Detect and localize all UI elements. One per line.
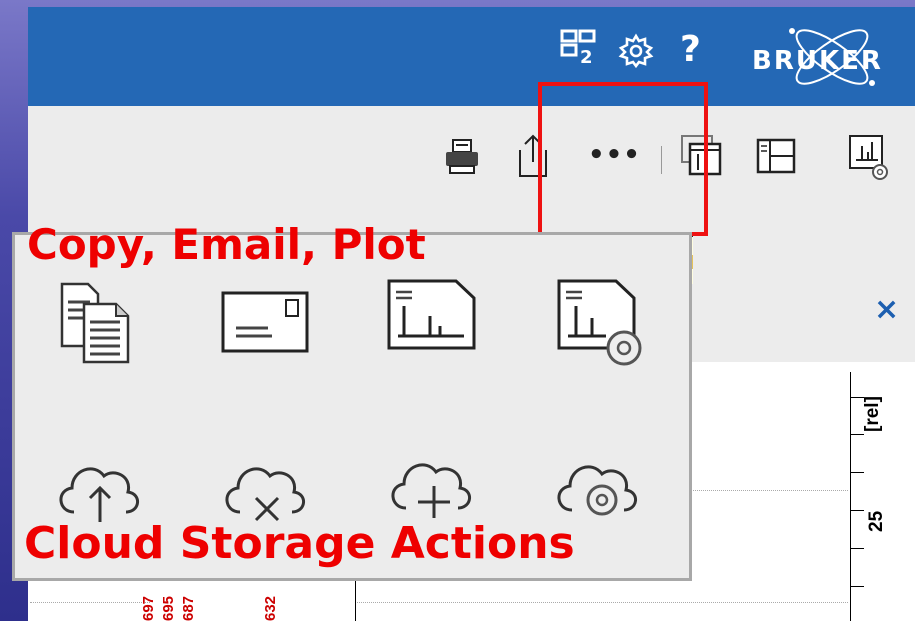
- callout-cloud-storage: Cloud Storage Actions: [24, 518, 575, 569]
- axis-tick-label: 25: [866, 510, 887, 532]
- gear-icon[interactable]: [618, 33, 654, 69]
- plot-settings-icon[interactable]: [556, 278, 648, 368]
- spectrum-settings-icon[interactable]: [848, 134, 892, 182]
- split-layout-icon[interactable]: [756, 138, 796, 174]
- email-icon[interactable]: [220, 290, 310, 356]
- plot-icon[interactable]: [386, 278, 478, 352]
- bruker-logo: BRUKER: [752, 28, 883, 86]
- axis-tick: [850, 510, 864, 511]
- peak-label: 695: [160, 595, 177, 621]
- peak-label: 632: [262, 595, 279, 621]
- close-icon[interactable]: ×: [874, 292, 899, 327]
- layout-2-icon[interactable]: 2: [560, 27, 600, 67]
- layout-badge: 2: [580, 47, 593, 67]
- grid-line: [690, 490, 848, 491]
- cloud-delete-icon[interactable]: [218, 452, 312, 524]
- highlight-box: [538, 82, 708, 236]
- axis-tick: [850, 472, 864, 473]
- copy-icon[interactable]: [58, 282, 144, 368]
- cloud-add-icon[interactable]: [384, 448, 478, 520]
- axis-tick: [850, 548, 864, 549]
- title-bar: 2 ? BRUKER: [28, 7, 915, 106]
- grid-line: [357, 602, 848, 603]
- plot-frame-right: [850, 372, 851, 621]
- peak-label: 687: [180, 595, 197, 621]
- print-icon[interactable]: [444, 138, 480, 176]
- help-icon[interactable]: ?: [680, 29, 701, 70]
- callout-copy-email-plot: Copy, Email, Plot: [27, 220, 426, 269]
- cloud-upload-icon[interactable]: [52, 452, 146, 524]
- cloud-settings-icon[interactable]: [550, 450, 644, 522]
- peak-label: 697: [140, 595, 157, 621]
- grid-line: [30, 602, 150, 603]
- axis-tick: [850, 586, 864, 587]
- axis-tick: [850, 434, 864, 435]
- brand-text: BRUKER: [752, 46, 883, 76]
- axis-unit-label: [rel]: [862, 396, 883, 432]
